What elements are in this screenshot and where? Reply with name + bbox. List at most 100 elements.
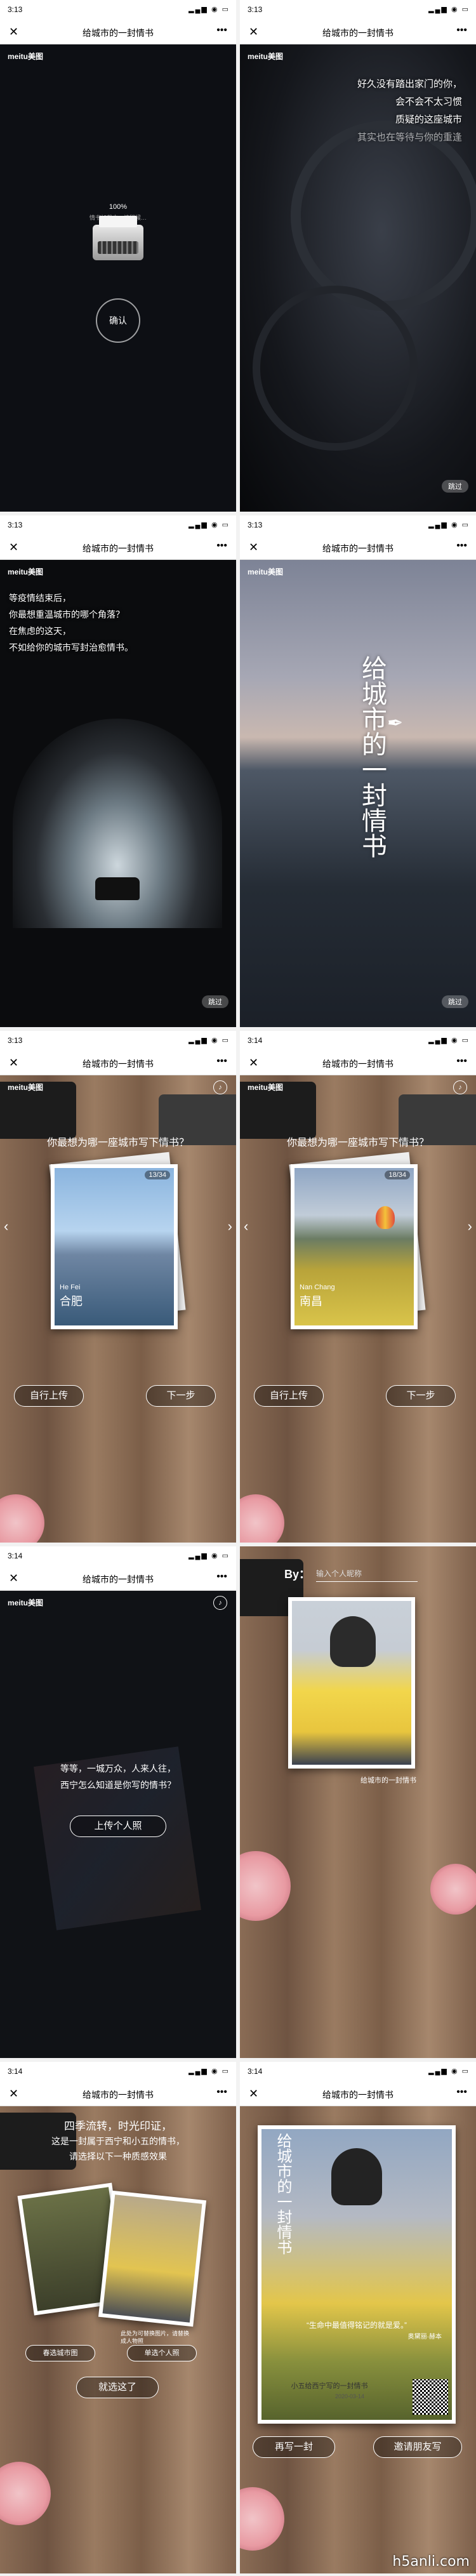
more-icon[interactable]: ••• xyxy=(456,1056,467,1067)
more-icon[interactable]: ••• xyxy=(456,540,467,552)
intro-poem: 好久没有踏出家门的你， 会不会不太习惯 质疑的这座城市 其实也在等待与你的重逢 xyxy=(278,75,462,146)
title-bar: ✕ 给城市的一封情书 ••• xyxy=(240,534,476,560)
option-portrait-button[interactable]: 单选个人照 xyxy=(127,2345,197,2361)
brand-logo: meitu美图 xyxy=(8,52,44,61)
car-image xyxy=(95,877,140,900)
photo-counter: 18/34 xyxy=(385,1171,410,1179)
flower-decoration xyxy=(0,2462,51,2525)
typewriter-icon xyxy=(93,216,143,260)
status-time: 3:14 xyxy=(8,2067,23,2076)
next-button[interactable]: 下一步 xyxy=(386,1385,456,1407)
status-icons: ▂▄▆ ◉ ▭ xyxy=(188,521,230,529)
next-arrow-icon[interactable]: › xyxy=(228,1218,232,1235)
music-icon[interactable]: ♪ xyxy=(213,1080,227,1094)
nickname-screen: By： 输入个人昵称 给城市的一封情书 xyxy=(240,1546,476,2058)
music-icon[interactable]: ♪ xyxy=(213,1596,227,1610)
page-title: 给城市的一封情书 xyxy=(83,1574,154,1584)
nickname-input[interactable]: 输入个人昵称 xyxy=(316,1568,418,1582)
confirm-style-button[interactable]: 就选这了 xyxy=(76,2377,159,2398)
prev-arrow-icon[interactable]: ‹ xyxy=(4,1218,8,1235)
status-bar: 3:13 ▂▄▆ ◉ ▭ xyxy=(240,0,476,19)
brand-logo: meitu美图 xyxy=(248,1083,284,1092)
next-button[interactable]: 下一步 xyxy=(146,1385,216,1407)
status-bar: 3:13 ▂▄▆ ◉ ▭ xyxy=(0,515,236,534)
next-arrow-icon[interactable]: › xyxy=(468,1218,472,1235)
more-icon[interactable]: ••• xyxy=(456,2087,467,2098)
upload-button[interactable]: 自行上传 xyxy=(254,1385,324,1407)
quill-icon: ✒ xyxy=(387,713,404,734)
skip-button[interactable]: 跳过 xyxy=(442,995,468,1008)
prev-arrow-icon[interactable]: ‹ xyxy=(244,1218,248,1235)
status-time: 3:14 xyxy=(248,1036,263,1045)
more-icon[interactable]: ••• xyxy=(216,1571,227,1583)
qr-code xyxy=(413,2379,448,2415)
title-bar: ✕ 给城市的一封情书 ••• xyxy=(0,1565,236,1591)
prompt-line: 等等，一城万众，人来人往， xyxy=(60,1764,176,1774)
status-icons: ▂▄▆ ◉ ▭ xyxy=(428,1037,470,1044)
poster-footer: 小五给西宁写的一封情书 xyxy=(291,2382,368,2390)
invite-button[interactable]: 邀请朋友写 xyxy=(373,2436,462,2458)
more-icon[interactable]: ••• xyxy=(216,540,227,552)
status-time: 3:13 xyxy=(8,5,23,14)
personal-photo-card xyxy=(288,1597,415,1769)
more-icon[interactable]: ••• xyxy=(216,1056,227,1067)
loading-screen: meitu美图 100% 情书加载中，请稍候… 确认 xyxy=(0,44,236,512)
rewrite-button[interactable]: 再写一封 xyxy=(253,2436,335,2458)
flower-decoration xyxy=(240,1851,291,1921)
status-bar: 3:13 ▂▄▆ ◉ ▭ xyxy=(0,0,236,19)
quote-author: 奥黛丽·赫本 xyxy=(407,2334,442,2340)
flower-decoration xyxy=(0,1494,44,1543)
more-icon[interactable]: ••• xyxy=(216,25,227,36)
poem-line: 等疫情结束后， xyxy=(9,594,71,604)
upload-photo-button[interactable]: 上传个人照 xyxy=(70,1816,166,1837)
title-bar: ✕ 给城市的一封情书 ••• xyxy=(240,2081,476,2106)
page-title: 给城市的一封情书 xyxy=(83,28,154,38)
main-title: 给城市的一封情书 xyxy=(357,655,387,858)
screenshot-grid: 3:13 ▂▄▆ ◉ ▭ ✕ 给城市的一封情书 ••• meitu美图 100% … xyxy=(0,0,476,2576)
overpass-image xyxy=(291,121,476,311)
style-prompt: 四季流转，时光印证， 这是一封属于西宁和小五的情书， 请选择以下一种质感效果 xyxy=(0,2119,236,2165)
city-pinyin: He Fei xyxy=(60,1284,81,1291)
status-bar: 3:14 ▂▄▆ ◉ ▭ xyxy=(240,1031,476,1050)
page-title: 给城市的一封情书 xyxy=(322,28,393,38)
music-icon[interactable]: ♪ xyxy=(453,1080,467,1094)
skip-button[interactable]: 跳过 xyxy=(202,995,228,1008)
status-bar: 3:13 ▂▄▆ ◉ ▭ xyxy=(0,1031,236,1050)
status-time: 3:13 xyxy=(248,5,263,14)
phone-screen-1: 3:13 ▂▄▆ ◉ ▭ ✕ 给城市的一封情书 ••• meitu美图 100% … xyxy=(0,0,236,512)
prompt-line: 西宁怎么知道是你写的情书？ xyxy=(60,1781,176,1791)
poster-quote: “生命中最值得铭记的就是爱。” xyxy=(307,2321,407,2330)
city-photo-card[interactable]: 13/34 He Fei 合肥 xyxy=(51,1164,178,1329)
upload-button[interactable]: 自行上传 xyxy=(14,1385,84,1407)
poem-line: 不如给你的城市写封治愈情书。 xyxy=(9,643,133,653)
more-icon[interactable]: ••• xyxy=(456,25,467,36)
city-photo-card[interactable]: 18/34 Nan Chang 南昌 xyxy=(291,1164,418,1329)
phone-screen-9: 3:14 ▂▄▆ ◉ ▭ ✕ 给城市的一封情书 ••• 四季流转，时光印证， 这是… xyxy=(0,2062,236,2573)
page-title: 给城市的一封情书 xyxy=(322,1059,393,1069)
balloon-image xyxy=(376,1206,395,1229)
confirm-button[interactable]: 确认 xyxy=(96,298,140,343)
city-select-screen: meitu美图 ♪ 你最想为哪一座城市写下情书？ 13/34 He Fei 合肥… xyxy=(0,1075,236,1543)
phone-screen-4: 3:13 ▂▄▆ ◉ ▭ ✕ 给城市的一封情书 ••• meitu美图 给城市的一… xyxy=(240,515,476,1027)
style-option-portrait[interactable] xyxy=(98,2190,207,2327)
question-poem: 等疫情结束后， 你最想重温城市的哪个角落？ 在焦虑的这天， 不如给你的城市写封治… xyxy=(9,590,133,656)
option-city-button[interactable]: 春选城市图 xyxy=(25,2345,95,2361)
poem-line: 好久没有踏出家门的你， xyxy=(357,78,462,90)
flower-decoration xyxy=(240,1494,284,1543)
poem-line: 你最想重温城市的哪个角落？ xyxy=(9,610,124,620)
poster-date: 2020-03-14 xyxy=(335,2393,365,2400)
prompt-text: 等等，一城万众，人来人往， 西宁怎么知道是你写的情书？ xyxy=(0,1761,236,1794)
brand-logo: meitu美图 xyxy=(248,568,284,576)
poem-line: 会不会不太习惯 xyxy=(395,96,462,107)
more-icon[interactable]: ••• xyxy=(216,2087,227,2098)
skip-button[interactable]: 跳过 xyxy=(442,480,468,493)
page-title: 给城市的一封情书 xyxy=(83,1059,154,1069)
city-question: 你最想为哪一座城市写下情书？ xyxy=(286,1136,429,1148)
brand-logo: meitu美图 xyxy=(8,568,44,576)
page-title: 给城市的一封情书 xyxy=(83,543,154,554)
progress-text: 100% xyxy=(109,203,128,211)
page-title: 给城市的一封情书 xyxy=(322,543,393,554)
title-bar: ✕ 给城市的一封情书 ••• xyxy=(240,1050,476,1075)
phone-screen-3: 3:13 ▂▄▆ ◉ ▭ ✕ 给城市的一封情书 ••• meitu美图 等疫情结束… xyxy=(0,515,236,1027)
poem-line: 质疑的这座城市 xyxy=(395,114,462,125)
